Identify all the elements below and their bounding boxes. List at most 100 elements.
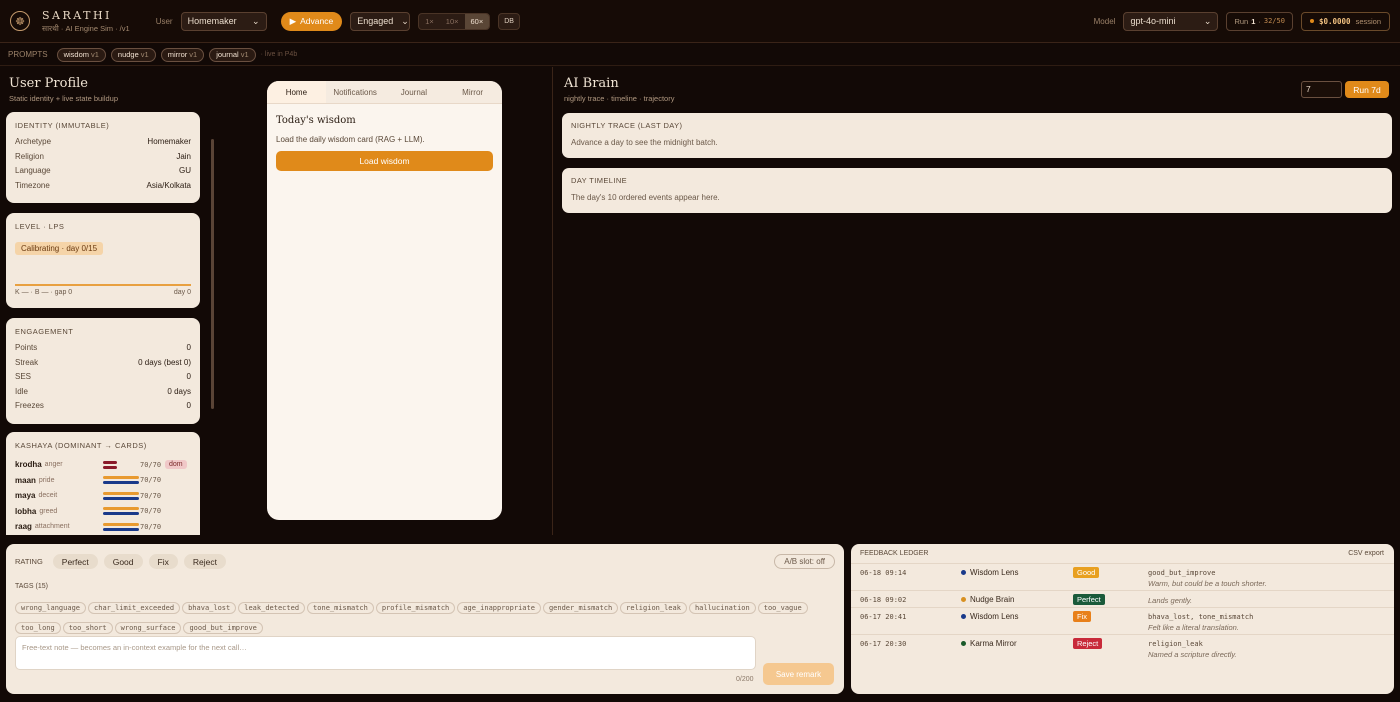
user-select[interactable]: Homemaker ⌄ (180, 11, 267, 31)
cost-label: session (1355, 16, 1381, 26)
engagement-select[interactable]: Engaged ⌄ (350, 11, 411, 31)
prompts-bar: PROMPTS wisdom v1 nudge v1 mirror v1 journa… (0, 44, 1400, 66)
kashaya-bar-bottom (103, 481, 139, 485)
prompt-name: journal (216, 50, 239, 59)
ledger-date: 06-18 09:02 (860, 596, 907, 604)
wisdom-heading: Today's wisdom (276, 115, 356, 126)
save-remark-button[interactable]: Save remark (763, 663, 834, 685)
prompt-name: nudge (117, 50, 139, 59)
tag-chip-profile-mismatch[interactable]: profile_mismatch (375, 602, 456, 614)
level-footer-left: K — · B — · gap 0 (15, 289, 73, 296)
load-wisdom-button[interactable]: Load wisdom (276, 151, 493, 171)
ledger-source: Karma Mirror (961, 639, 1017, 648)
rate-perfect-button[interactable]: Perfect (52, 554, 98, 569)
advance-button[interactable]: ▶ Advance (280, 11, 343, 31)
tags-label: TAGS (15) (15, 583, 48, 590)
rating-badge: Good (1073, 567, 1100, 578)
ledger-row: 06-18 09:14 Wisdom Lens Good good_but_impro… (851, 563, 1394, 590)
kashaya-name: raag (15, 522, 32, 532)
tag-chip-tone-mismatch[interactable]: tone_mismatch (307, 602, 374, 614)
tab-home[interactable]: Home (267, 81, 326, 103)
top-bar: ☸ SARATHI सारथी · AI Engine Sim · /v1 Us… (0, 0, 1400, 43)
tag-chip-wrong-language[interactable]: wrong_language (15, 602, 87, 614)
kashaya-bar-top (103, 491, 139, 495)
tag-chip-char-limit-exceeded[interactable]: char_limit_exceeded (88, 602, 181, 614)
kashaya-sub: attachment (34, 523, 70, 531)
speed-1x[interactable]: 1× (419, 14, 440, 29)
engagement-row-value: 0 days (best 0) (138, 357, 191, 367)
speed-60x[interactable]: 60× (464, 13, 490, 29)
tag-chip-hallucination[interactable]: hallucination (688, 602, 756, 614)
tag-chip-too-long[interactable]: too_long (15, 622, 61, 634)
tag-chip-religion-leak[interactable]: religion_leak (620, 602, 687, 614)
kashaya-sub: anger (44, 461, 63, 469)
ledger-row: 06-18 09:02 Nudge Brain Perfect Lands gentl… (851, 590, 1394, 607)
ledger-source-name: Wisdom Lens (970, 568, 1019, 577)
ledger-comment: Lands gently. (1148, 596, 1193, 605)
run-7d-button[interactable]: Run 7d (1345, 81, 1389, 98)
cost-value: $0.0000 (1318, 16, 1351, 26)
days-input[interactable]: 7 (1301, 81, 1342, 98)
app-subtitle: सारथी · AI Engine Sim · /v1 (42, 23, 130, 33)
ab-slot-toggle[interactable]: A/B slot: off (774, 554, 835, 569)
engagement-row: Idle 0 days (15, 387, 191, 402)
calibrating-badge: Calibrating · day 0/15 (15, 242, 104, 255)
engagement-row-key: Idle (15, 386, 28, 396)
tag-chip-good-but-improve[interactable]: good_but_improve (183, 622, 263, 634)
kashaya-value: 70/70 (140, 476, 162, 485)
csv-export-link[interactable]: CSV export (1348, 550, 1384, 557)
tab-journal[interactable]: Journal (385, 81, 444, 103)
kashaya-row: lobha greed 70/70 (15, 504, 191, 520)
tab-notifications[interactable]: Notifications (326, 81, 385, 103)
tag-chip-age-inappropriate[interactable]: age_inappropriate (457, 602, 541, 614)
db-button[interactable]: DB (498, 12, 520, 30)
engagement-row-key: Freezes (15, 401, 44, 410)
run-label: Run (1234, 16, 1249, 26)
prompt-chip-mirror[interactable]: mirror v1 (160, 47, 205, 62)
tab-mirror[interactable]: Mirror (443, 81, 502, 103)
rate-good-button[interactable]: Good (103, 554, 143, 569)
timeline-body: The day's 10 ordered events appear here. (571, 193, 720, 202)
app-title: SARATHI (42, 8, 112, 22)
run-status: Run 1 · 32/50 (1226, 11, 1293, 31)
ledger-row: 06-17 20:41 Wisdom Lens Fix bhava_lost, ton… (851, 607, 1394, 634)
model-select[interactable]: gpt-4o-mini ⌄ (1123, 11, 1219, 31)
brain-subtitle: nightly trace · timeline · trajectory (564, 94, 675, 103)
tag-chip-wrong-surface[interactable]: wrong_surface (114, 622, 182, 634)
rate-reject-button[interactable]: Reject (183, 554, 226, 569)
cost-dot-icon (1309, 19, 1314, 23)
engagement-row-key: Points (15, 343, 38, 352)
rate-fix-button[interactable]: Fix (148, 554, 178, 569)
kashaya-bar-bottom (103, 512, 139, 516)
ledger-date: 06-17 20:30 (860, 640, 907, 648)
prompt-name: mirror (167, 50, 188, 59)
prompts-status: · live in P4b (260, 51, 298, 58)
identity-row-key: Religion (15, 151, 44, 161)
speed-10x[interactable]: 10× (440, 14, 465, 29)
kashaya-bar-top (103, 476, 139, 480)
phone-preview: Home Notifications Journal Mirror Today'… (267, 81, 502, 520)
feedback-ledger: FEEDBACK LEDGER CSV export 06-18 09:14 Wi… (851, 544, 1394, 694)
prompt-chip-wisdom[interactable]: wisdom v1 (56, 47, 106, 62)
tag-chip-gender-mismatch[interactable]: gender_mismatch (542, 602, 619, 614)
note-input[interactable]: Free-text note — becomes an in-context e… (15, 636, 756, 670)
identity-row: Language GU (15, 166, 191, 181)
chevron-down-icon: ⌄ (1203, 15, 1212, 26)
chevron-down-icon: ⌄ (252, 15, 260, 26)
identity-row-key: Timezone (15, 180, 50, 190)
tag-chip-too-short[interactable]: too_short (62, 622, 113, 634)
source-dot-icon (961, 597, 966, 602)
prompt-chip-journal[interactable]: journal v1 (209, 47, 256, 62)
kashaya-name: maya (15, 491, 36, 501)
engagement-row-value: 0 (186, 343, 191, 352)
tag-chip-bhava-lost[interactable]: bhava_lost (182, 602, 237, 614)
tag-chip-too-vague[interactable]: too_vague (757, 602, 808, 614)
kashaya-card: KASHAYA (DOMINANT → CARDS) krodha anger 70… (6, 432, 200, 535)
source-dot-icon (961, 570, 966, 575)
tag-chip-leak-detected[interactable]: leak_detected (238, 602, 306, 614)
prompt-chip-nudge[interactable]: nudge v1 (110, 47, 156, 62)
kashaya-value: 70/70 (140, 460, 162, 469)
engagement-row: Freezes 0 (15, 401, 191, 416)
left-scrollbar[interactable] (211, 139, 214, 409)
ledger-tags: bhava_lost, tone_mismatch (1148, 613, 1254, 621)
